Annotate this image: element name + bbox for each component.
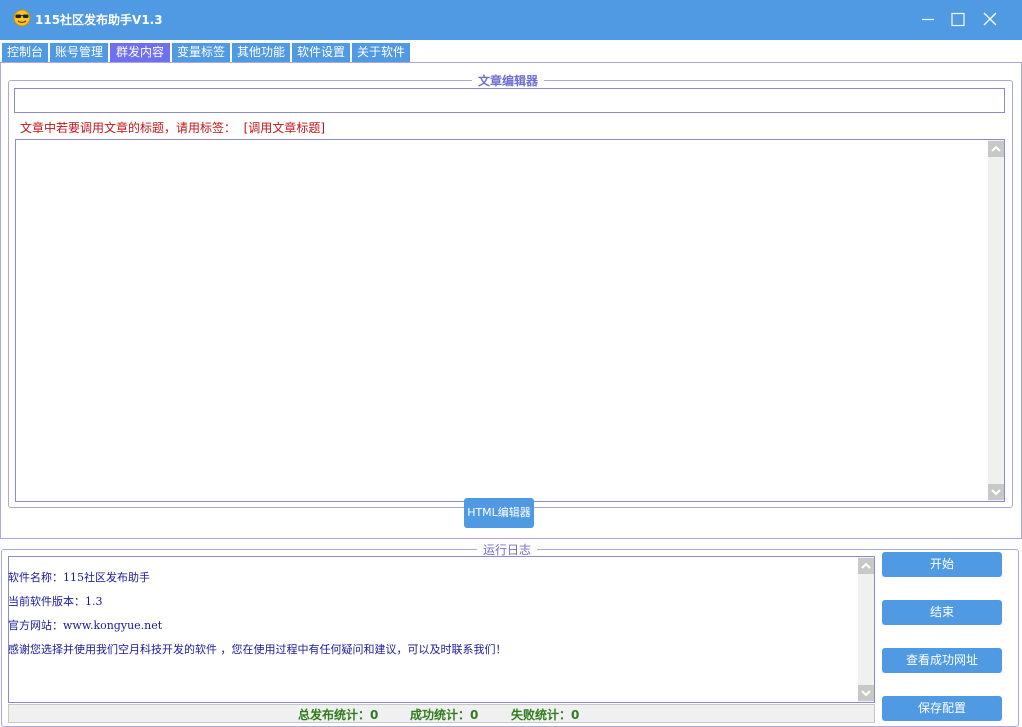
scroll-up-icon[interactable] bbox=[988, 141, 1004, 157]
log-line: 当前软件版本：1.3 bbox=[8, 595, 103, 608]
article-title-input[interactable] bbox=[14, 88, 1005, 113]
tab-account-management[interactable]: 账号管理 bbox=[50, 43, 109, 62]
minimize-icon bbox=[922, 18, 934, 21]
fail-stat: 失败统计：0 bbox=[511, 708, 580, 722]
sunglasses-smiley-icon bbox=[13, 9, 31, 27]
title-tag-tip: 文章中若要调用文章的标题，请用标签： [调用文章标题] bbox=[20, 121, 325, 135]
window-title: 115社区发布助手V1.3 bbox=[35, 13, 163, 27]
close-icon bbox=[983, 12, 997, 26]
maximize-icon bbox=[951, 12, 965, 27]
article-editor-legend: 文章编辑器 bbox=[472, 72, 545, 89]
start-button[interactable]: 开始 bbox=[882, 552, 1002, 577]
tab-mass-post-content[interactable]: 群发内容 bbox=[110, 43, 171, 62]
tab-other-functions[interactable]: 其他功能 bbox=[232, 43, 291, 62]
success-stat: 成功统计：0 bbox=[410, 708, 479, 722]
scroll-down-icon[interactable] bbox=[988, 484, 1004, 500]
close-button[interactable] bbox=[973, 6, 1007, 34]
html-editor-button[interactable]: HTML编辑器 bbox=[464, 498, 534, 528]
view-success-urls-button[interactable]: 查看成功网址 bbox=[882, 648, 1002, 673]
log-line: 感谢您选择并使用我们空月科技开发的软件 ，您在使用过程中有任何疑问和建议，可以及… bbox=[8, 643, 507, 656]
log-line: 软件名称：115社区发布助手 bbox=[8, 571, 150, 584]
minimize-button[interactable] bbox=[911, 6, 945, 34]
tab-strip: 控制台 账号管理 群发内容 变量标签 其他功能 软件设置 关于软件 bbox=[0, 43, 1022, 62]
log-line: 官方网站：www.kongyue.net bbox=[8, 619, 163, 632]
maximize-button[interactable] bbox=[941, 6, 975, 34]
scroll-down-icon[interactable] bbox=[858, 685, 874, 701]
end-button[interactable]: 结束 bbox=[882, 600, 1002, 625]
total-posts-stat: 总发布统计：0 bbox=[298, 708, 379, 722]
scroll-up-icon[interactable] bbox=[858, 558, 874, 574]
tab-variable-tags[interactable]: 变量标签 bbox=[172, 43, 231, 62]
tab-console[interactable]: 控制台 bbox=[2, 43, 49, 62]
tab-software-settings[interactable]: 软件设置 bbox=[292, 43, 351, 62]
content-scrollbar[interactable] bbox=[988, 140, 1004, 501]
save-config-button[interactable]: 保存配置 bbox=[882, 696, 1002, 721]
log-scrollbar[interactable] bbox=[858, 557, 874, 702]
tab-about-software[interactable]: 关于软件 bbox=[352, 43, 411, 62]
article-content-textarea[interactable] bbox=[15, 139, 1005, 502]
